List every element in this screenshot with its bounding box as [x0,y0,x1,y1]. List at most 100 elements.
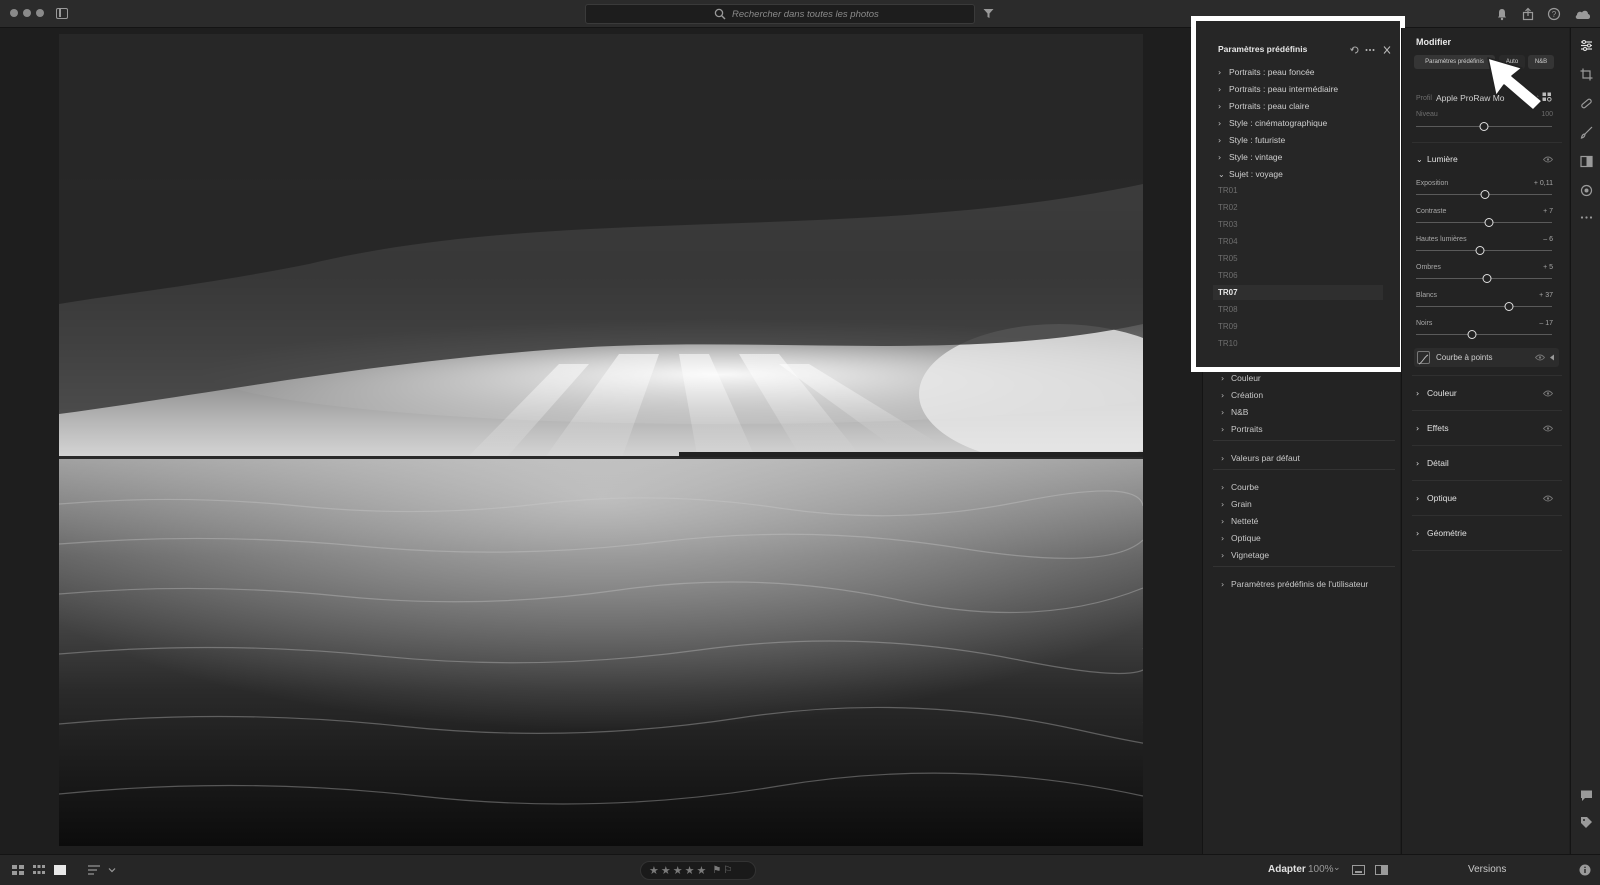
section-color[interactable]: › Couleur [1416,388,1457,398]
bell-icon[interactable] [1495,7,1509,21]
more-icon[interactable] [1580,211,1593,224]
caret-left-icon[interactable] [1549,354,1555,361]
preset-group-futuristic[interactable]: › Style : futuriste [1218,135,1285,145]
slider-knob[interactable] [1482,274,1492,283]
slider-value[interactable]: – 6 [1543,236,1553,243]
brush-icon[interactable] [1580,126,1593,139]
redeye-icon[interactable] [1580,184,1593,197]
eye-icon[interactable] [1543,156,1553,163]
preset-item[interactable]: TR06 [1218,271,1238,280]
star-icon[interactable]: ★ [649,864,659,877]
slider-track[interactable] [1416,306,1552,307]
star-icon[interactable]: ★ [661,864,671,877]
level-slider-knob[interactable] [1479,122,1489,131]
star-icon[interactable]: ★ [673,864,683,877]
slider-value[interactable]: + 5 [1543,264,1553,271]
preset-group-optique[interactable]: › Optique [1221,533,1261,543]
eye-icon[interactable] [1543,495,1553,502]
preset-group-courbe[interactable]: › Courbe [1221,482,1259,492]
preset-group-light-skin[interactable]: › Portraits : peau claire [1218,101,1309,111]
preset-item[interactable]: TR10 [1218,339,1238,348]
fit-button[interactable]: Adapter [1268,864,1306,875]
preset-item[interactable]: TR01 [1218,186,1238,195]
star-icon[interactable]: ★ [685,864,695,877]
info-icon[interactable] [1579,864,1591,876]
slider-knob[interactable] [1467,330,1477,339]
zoom-window-button[interactable] [36,9,44,17]
sidebar-toggle-icon[interactable] [56,8,68,19]
preset-item[interactable]: TR08 [1218,305,1238,314]
photo-canvas[interactable] [0,28,1202,854]
square-grid-icon[interactable] [33,865,45,875]
preset-item-selected[interactable]: TR07 [1213,285,1383,300]
preset-group-nettete[interactable]: › Netteté [1221,516,1258,526]
section-detail[interactable]: › Détail [1416,458,1449,468]
preset-group-creation[interactable]: › Création [1221,390,1263,400]
minimize-window-button[interactable] [23,9,31,17]
flag-pick-icon[interactable]: ⚑ [712,865,721,876]
slider-value[interactable]: + 7 [1543,208,1553,215]
slider-value[interactable]: + 0,11 [1534,180,1553,187]
presets-button[interactable]: Paramètres prédéfinis [1414,55,1495,69]
slider-knob[interactable] [1484,218,1494,227]
eye-icon[interactable] [1543,425,1553,432]
preset-group-dark-skin[interactable]: › Portraits : peau foncée [1218,67,1315,77]
chevron-down-icon[interactable] [108,865,116,875]
preset-group-medium-skin[interactable]: › Portraits : peau intermédiaire [1218,84,1338,94]
compare-icon[interactable] [1375,865,1388,875]
reset-icon[interactable] [1350,46,1360,54]
search-input[interactable] [732,5,962,23]
preset-group-grain[interactable]: › Grain [1221,499,1252,509]
close-window-button[interactable] [10,9,18,17]
slider-knob[interactable] [1475,246,1485,255]
slider-value[interactable]: – 17 [1539,320,1553,327]
star-icon[interactable]: ★ [697,864,707,877]
versions-button[interactable]: Versions [1468,864,1506,875]
eye-icon[interactable] [1543,390,1553,397]
section-light[interactable]: ⌄ Lumière [1416,154,1458,164]
preset-item[interactable]: TR03 [1218,220,1238,229]
comment-icon[interactable] [1580,789,1593,802]
zoom-level[interactable]: 100% [1308,864,1334,875]
preset-group-portraits[interactable]: › Portraits [1221,424,1263,434]
search-bar[interactable] [585,4,975,24]
mask-icon[interactable] [1580,155,1593,168]
heal-icon[interactable] [1580,97,1593,110]
point-curve-row[interactable]: Courbe à points [1414,348,1559,367]
preset-group-defaults[interactable]: › Valeurs par défaut [1221,453,1300,463]
section-effects[interactable]: › Effets [1416,423,1449,433]
preset-item[interactable]: TR09 [1218,322,1238,331]
close-icon[interactable] [1382,46,1392,54]
section-optics[interactable]: › Optique [1416,493,1457,503]
preset-group-cinematic[interactable]: › Style : cinématographique [1218,118,1327,128]
chevron-down-icon[interactable]: ⌄ [1333,863,1341,873]
preset-group-couleur[interactable]: › Couleur [1221,373,1261,383]
preset-group-nb[interactable]: › N&B [1221,407,1248,417]
detail-view-icon[interactable] [54,865,66,875]
help-icon[interactable]: ? [1547,7,1561,21]
grid-view-icon[interactable] [12,865,24,875]
preset-group-travel[interactable]: ⌄ Sujet : voyage [1218,169,1283,179]
cloud-icon[interactable] [1574,7,1592,21]
edit-icon[interactable] [1580,39,1593,52]
slider-knob[interactable] [1480,190,1490,199]
preset-group-user[interactable]: › Paramètres prédéfinis de l'utilisateur [1221,579,1368,589]
filmstrip-icon[interactable] [1352,865,1365,875]
more-icon[interactable] [1365,46,1375,54]
filter-icon[interactable] [983,8,994,19]
preset-item[interactable]: TR02 [1218,203,1238,212]
flag-reject-icon[interactable]: ⚐ [723,865,732,876]
share-icon[interactable] [1521,7,1535,21]
tag-icon[interactable] [1580,816,1593,829]
crop-icon[interactable] [1580,68,1593,81]
slider-value[interactable]: + 37 [1539,292,1553,299]
preset-item[interactable]: TR05 [1218,254,1238,263]
sort-icon[interactable] [88,865,102,875]
preset-item[interactable]: TR04 [1218,237,1238,246]
preset-group-vignetage[interactable]: › Vignetage [1221,550,1269,560]
eye-icon[interactable] [1535,354,1545,361]
section-geometry[interactable]: › Géométrie [1416,528,1467,538]
photo-preview[interactable] [59,34,1143,846]
preset-group-vintage[interactable]: › Style : vintage [1218,152,1282,162]
slider-track[interactable] [1416,334,1552,335]
